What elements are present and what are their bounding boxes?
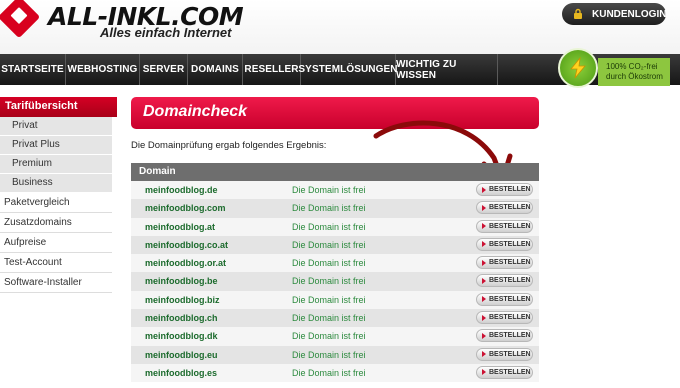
- play-arrow-icon: [482, 223, 486, 230]
- table-row: meinfoodblog.or.at Die Domain ist frei BES…: [131, 254, 539, 273]
- sidebar-item-privat-plus[interactable]: Privat Plus: [0, 136, 112, 155]
- table-row: meinfoodblog.biz Die Domain ist frei BESTE…: [131, 290, 539, 310]
- play-arrow-icon: [482, 241, 486, 248]
- eco-text-line2: durch Ökostrom: [606, 72, 663, 81]
- play-arrow-icon: [482, 351, 486, 358]
- table-row: meinfoodblog.eu Die Domain ist frei BESTEL…: [131, 345, 539, 364]
- table-row: meinfoodblog.at Die Domain ist frei BESTEL…: [131, 217, 539, 236]
- site-header: ALL-INKL.COM Alles einfach Internet KUND…: [0, 0, 680, 54]
- nav-item-domains[interactable]: DOMAINS: [188, 54, 243, 85]
- sidebar-link-aufpreise[interactable]: Aufpreise: [0, 233, 112, 253]
- order-button[interactable]: BESTELLEN: [476, 237, 533, 251]
- play-arrow-icon: [482, 186, 486, 193]
- domain-results-table: Domain meinfoodblog.de Die Domain ist fre…: [131, 163, 539, 383]
- domain-status: Die Domain ist frei: [292, 276, 366, 287]
- play-arrow-icon: [482, 314, 486, 321]
- domain-name: meinfoodblog.ch: [145, 313, 218, 324]
- order-button-label: BESTELLEN: [489, 222, 531, 230]
- order-button[interactable]: BESTELLEN: [476, 292, 533, 306]
- table-row: meinfoodblog.de Die Domain ist frei BESTEL…: [131, 181, 539, 200]
- domain-status: Die Domain ist frei: [292, 203, 366, 214]
- play-arrow-icon: [482, 204, 486, 211]
- domain-name: meinfoodblog.es: [145, 367, 217, 378]
- play-arrow-icon: [482, 332, 486, 339]
- nav-item-wichtig-zu-wissen[interactable]: WICHTIG ZU WISSEN: [396, 54, 498, 85]
- nav-item-webhosting[interactable]: WEBHOSTING: [66, 54, 140, 85]
- sidebar-heading-tarifuebersicht[interactable]: Tarifübersicht: [0, 97, 117, 117]
- nav-item-server[interactable]: SERVER: [140, 54, 188, 85]
- sidebar-item-business[interactable]: Business: [0, 174, 112, 193]
- domain-name: meinfoodblog.biz: [145, 294, 220, 305]
- order-button-label: BESTELLEN: [489, 295, 531, 303]
- domain-status: Die Domain ist frei: [292, 221, 366, 232]
- domain-status: Die Domain ist frei: [292, 239, 366, 250]
- customer-login-label: KUNDENLOGIN: [592, 8, 667, 20]
- sidebar-link-zusatzdomains[interactable]: Zusatzdomains: [0, 213, 112, 233]
- play-arrow-icon: [482, 259, 486, 266]
- domain-status: Die Domain ist frei: [292, 294, 366, 305]
- order-button-label: BESTELLEN: [489, 350, 531, 358]
- domain-status: Die Domain ist frei: [292, 313, 366, 324]
- table-row: meinfoodblog.dk Die Domain ist frei BESTEL…: [131, 327, 539, 346]
- domain-status: Die Domain ist frei: [292, 258, 366, 269]
- sidebar-link-paketvergleich[interactable]: Paketvergleich: [0, 193, 112, 213]
- order-button-label: BESTELLEN: [489, 259, 531, 267]
- order-button[interactable]: BESTELLEN: [476, 256, 533, 270]
- play-arrow-icon: [482, 296, 486, 303]
- order-button[interactable]: BESTELLEN: [476, 347, 533, 361]
- customer-login-button[interactable]: KUNDENLOGIN: [562, 3, 666, 25]
- table-row: meinfoodblog.es Die Domain ist frei BESTEL…: [131, 363, 539, 383]
- brand-slogan: Alles einfach Internet: [100, 25, 232, 40]
- result-intro-text: Die Domainprüfung ergab folgendes Ergebn…: [131, 140, 327, 151]
- nav-item-startseite[interactable]: STARTSEITE: [0, 54, 66, 85]
- order-button[interactable]: BESTELLEN: [476, 365, 533, 379]
- order-button-label: BESTELLEN: [489, 314, 531, 322]
- sidebar-link-software-installer[interactable]: Software-Installer: [0, 273, 112, 293]
- play-arrow-icon: [482, 277, 486, 284]
- order-button-label: BESTELLEN: [489, 368, 531, 376]
- order-button-label: BESTELLEN: [489, 332, 531, 340]
- domain-name: meinfoodblog.de: [145, 185, 218, 195]
- order-button[interactable]: BESTELLEN: [476, 201, 533, 215]
- domain-name: meinfoodblog.co.at: [145, 239, 228, 250]
- sidebar-link-test-account[interactable]: Test-Account: [0, 253, 112, 273]
- order-button[interactable]: BESTELLEN: [476, 329, 533, 343]
- domain-status: Die Domain ist frei: [292, 185, 366, 195]
- order-button[interactable]: BESTELLEN: [476, 274, 533, 288]
- order-button-label: BESTELLEN: [489, 186, 531, 193]
- sidebar: Tarifübersicht Privat Privat Plus Premiu…: [0, 97, 117, 293]
- order-button[interactable]: BESTELLEN: [476, 183, 533, 196]
- eco-text: 100% CO₂-frei durch Ökostrom: [598, 58, 670, 86]
- table-row: meinfoodblog.co.at Die Domain ist frei BES…: [131, 235, 539, 255]
- play-arrow-icon: [482, 369, 486, 376]
- order-button-label: BESTELLEN: [489, 240, 531, 248]
- order-button[interactable]: BESTELLEN: [476, 219, 533, 233]
- eco-power-badge[interactable]: 100% CO₂-frei durch Ökostrom: [558, 48, 670, 88]
- logo-icon[interactable]: [0, 0, 41, 39]
- table-body: meinfoodblog.de Die Domain ist frei BESTEL…: [131, 181, 539, 383]
- domain-name: meinfoodblog.be: [145, 276, 218, 287]
- domain-status: Die Domain ist frei: [292, 331, 366, 342]
- lock-icon: [572, 8, 584, 20]
- order-button-label: BESTELLEN: [489, 204, 531, 212]
- nav-item-systemloesungen[interactable]: SYSTEMLÖSUNGEN: [298, 54, 398, 85]
- domain-status: Die Domain ist frei: [292, 349, 366, 360]
- domain-status: Die Domain ist frei: [292, 367, 366, 378]
- domain-name: meinfoodblog.or.at: [145, 258, 226, 269]
- order-button[interactable]: BESTELLEN: [476, 311, 533, 325]
- domain-name: meinfoodblog.dk: [145, 331, 218, 342]
- table-row: meinfoodblog.com Die Domain ist frei BESTE…: [131, 199, 539, 218]
- domain-name: meinfoodblog.at: [145, 221, 215, 232]
- lightning-icon: [558, 48, 598, 88]
- domain-name: meinfoodblog.eu: [145, 349, 218, 360]
- nav-item-reseller[interactable]: RESELLER: [243, 54, 301, 85]
- eco-text-line1: 100% CO₂-frei: [606, 62, 658, 71]
- domain-name: meinfoodblog.com: [145, 203, 226, 214]
- table-row: meinfoodblog.be Die Domain ist frei BESTEL…: [131, 272, 539, 291]
- order-button-label: BESTELLEN: [489, 277, 531, 285]
- table-header-domain: Domain: [131, 163, 539, 181]
- table-row: meinfoodblog.ch Die Domain ist frei BESTEL…: [131, 309, 539, 328]
- sidebar-item-privat[interactable]: Privat: [0, 117, 112, 136]
- sidebar-item-premium[interactable]: Premium: [0, 155, 112, 174]
